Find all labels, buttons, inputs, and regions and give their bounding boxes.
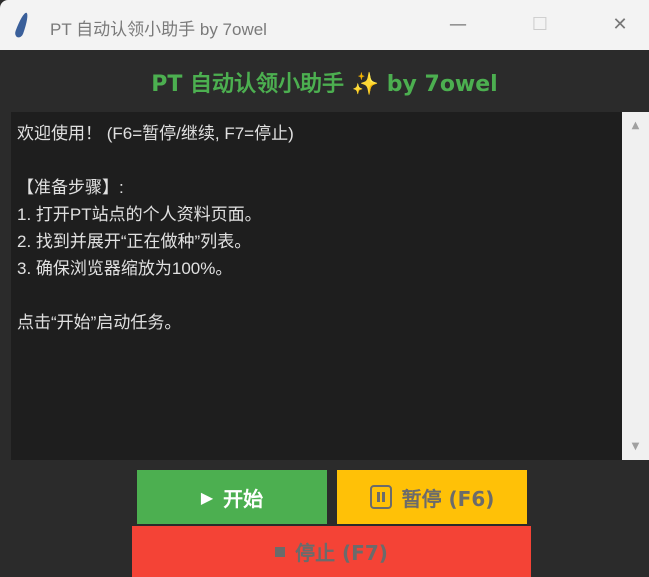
- log-line: 3. 确保浏览器缩放为100%。: [17, 259, 233, 278]
- stop-label: 停止 (F7): [295, 541, 388, 565]
- pause-label: 暂停 (F6): [401, 486, 495, 511]
- log-line: 欢迎使用！ (F6=暂停/继续, F7=停止): [17, 124, 294, 143]
- pause-icon: [369, 485, 392, 509]
- feather-icon: [13, 11, 31, 39]
- log-line: 【准备步骤】:: [17, 178, 124, 197]
- scroll-up-icon[interactable]: ▲: [622, 120, 649, 131]
- stop-button[interactable]: 停止 (F7): [132, 526, 531, 577]
- maximize-button[interactable]: ☐: [520, 10, 560, 40]
- app-header: PT 自动认领小助手 ✨ by 7owel: [151, 72, 498, 97]
- log-textarea[interactable]: 欢迎使用！ (F6=暂停/继续, F7=停止) 【准备步骤】: 1. 打开PT站点的…: [11, 112, 622, 460]
- title-bar: PT 自动认领小助手 by 7owel — ☐ ✕: [0, 0, 649, 50]
- log-line: 1. 打开PT站点的个人资料页面。: [17, 205, 262, 224]
- log-line: 点击“开始”启动任务。: [17, 313, 182, 332]
- start-button[interactable]: ▶ 开始: [137, 470, 327, 524]
- stop-icon: [275, 546, 286, 557]
- scrollbar[interactable]: ▲ ▼: [622, 112, 649, 460]
- window-title: PT 自动认领小助手 by 7owel: [50, 20, 267, 39]
- start-label: 开始: [223, 486, 264, 511]
- play-icon: ▶: [200, 487, 214, 507]
- pause-button[interactable]: 暂停 (F6): [337, 470, 527, 524]
- log-line: 2. 找到并展开“正在做种”列表。: [17, 232, 252, 251]
- scroll-down-icon[interactable]: ▼: [622, 441, 649, 452]
- close-button[interactable]: ✕: [600, 10, 640, 40]
- minimize-button[interactable]: —: [438, 10, 478, 40]
